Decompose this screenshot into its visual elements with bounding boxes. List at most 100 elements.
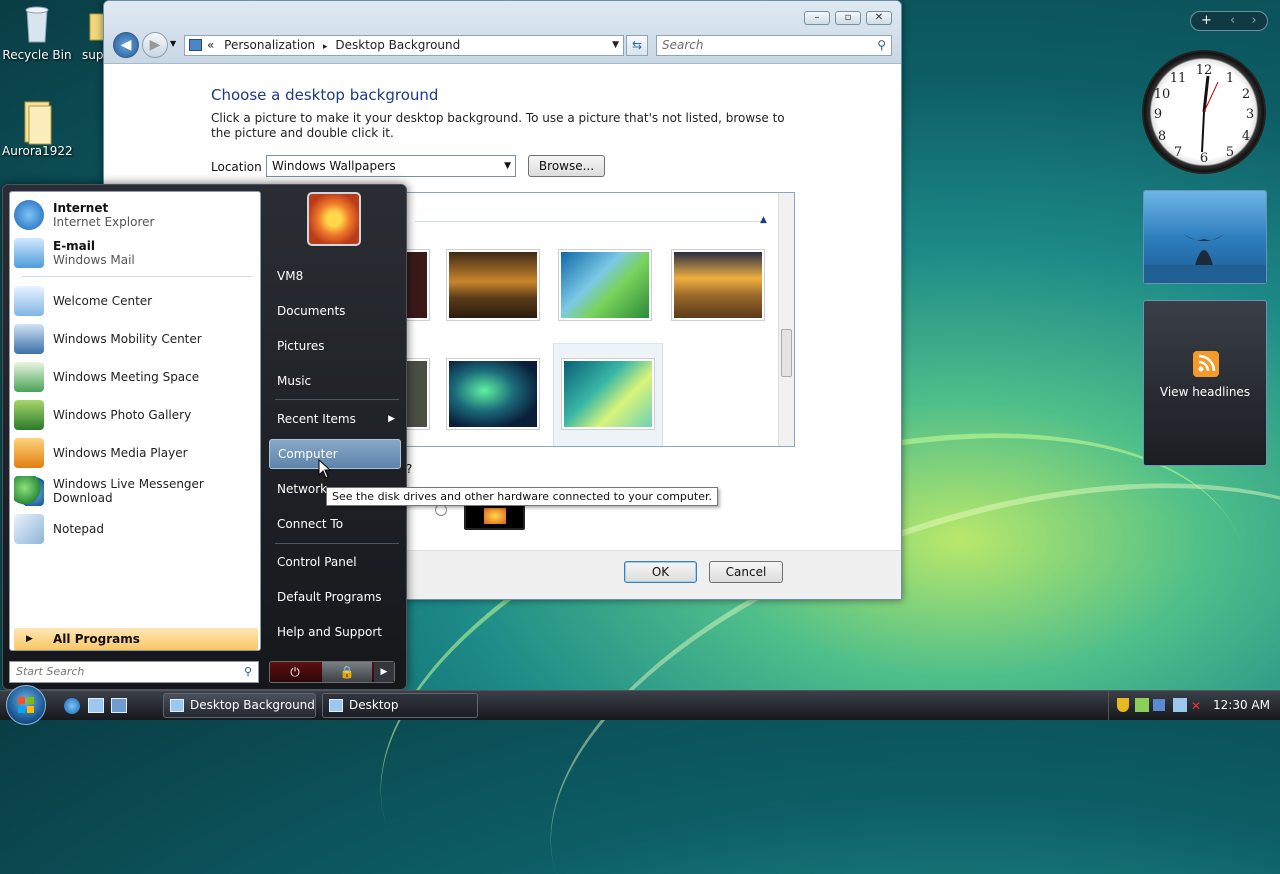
rss-icon — [1193, 351, 1219, 377]
control-panel-icon — [189, 39, 202, 51]
start-item-control-panel[interactable]: Control Panel — [269, 547, 401, 577]
desktop-icon-label: sup — [82, 48, 104, 62]
browse-button[interactable]: Browse... — [528, 155, 605, 177]
security-shield-icon[interactable] — [1117, 698, 1129, 712]
quick-launch-ie-icon[interactable] — [64, 698, 80, 714]
all-programs-button[interactable]: ▶ All Programs — [14, 628, 258, 650]
recent-pages-dropdown[interactable]: ▼ — [170, 39, 176, 48]
start-item-documents[interactable]: Documents — [269, 296, 401, 326]
collapse-group-icon[interactable]: ▲ — [760, 215, 767, 225]
program-label: Windows Mobility Center — [53, 332, 202, 346]
program-mobility-center[interactable]: Windows Mobility Center — [14, 321, 258, 357]
program-notepad[interactable]: Notepad — [14, 511, 258, 547]
pinned-subtitle: Windows Mail — [53, 253, 135, 267]
power-button[interactable]: ⏻ — [270, 662, 320, 682]
maximize-button[interactable]: ▫ — [835, 11, 861, 25]
taskbar-button-desktop-background[interactable]: Desktop Background — [163, 693, 316, 718]
update-icon[interactable] — [1135, 698, 1149, 712]
breadcrumb-separator[interactable]: ▸ — [323, 42, 328, 52]
start-item-user[interactable]: VM8 — [269, 261, 401, 291]
sidebar-controls[interactable]: + ‹ › — [1190, 11, 1268, 31]
tray-app-icon[interactable] — [1153, 699, 1165, 711]
program-label: Windows Meeting Space — [53, 370, 200, 384]
start-item-computer[interactable]: Computer — [269, 439, 401, 469]
minimize-button[interactable]: – — [804, 11, 830, 25]
pinned-email[interactable]: E-mail Windows Mail — [14, 235, 258, 271]
quick-launch-switch-windows-icon[interactable] — [111, 698, 127, 713]
taskbar-button-desktop[interactable]: Desktop — [322, 693, 478, 718]
svg-text:12: 12 — [1196, 63, 1213, 78]
wallpaper-thumb[interactable] — [405, 358, 430, 430]
forward-button[interactable]: ▶ — [142, 32, 168, 58]
wallpaper-gallery[interactable]: ▲ — [404, 192, 795, 447]
close-button[interactable]: ✕ — [866, 11, 892, 25]
folder-icon — [88, 4, 104, 44]
search-icon[interactable]: ⚲ — [877, 36, 886, 55]
meeting-space-icon — [14, 362, 44, 392]
view-headlines-link[interactable]: View headlines — [1144, 385, 1266, 399]
breadcrumb-desktop-background[interactable]: Desktop Background — [335, 38, 460, 52]
search-icon[interactable]: ⚲ — [244, 662, 252, 682]
start-search-input[interactable]: Start Search ⚲ — [9, 661, 259, 683]
breadcrumb-personalization[interactable]: Personalization — [224, 38, 315, 52]
start-item-help-support[interactable]: Help and Support — [269, 617, 401, 647]
mobility-center-icon — [14, 324, 44, 354]
address-dropdown-icon[interactable]: ▼ — [612, 36, 619, 55]
notepad-icon — [14, 514, 44, 544]
program-media-player[interactable]: Windows Media Player — [14, 435, 258, 471]
program-photo-gallery[interactable]: Windows Photo Gallery — [14, 397, 258, 433]
program-welcome-center[interactable]: Welcome Center — [14, 283, 258, 319]
feed-headlines-gadget[interactable]: View headlines — [1143, 300, 1267, 466]
search-input[interactable]: Search ⚲ — [656, 35, 892, 56]
wallpaper-thumb[interactable] — [405, 249, 430, 321]
pinned-subtitle: Internet Explorer — [53, 215, 155, 229]
clock-gadget[interactable]: 12 1 2 3 45 6 7 8 9 10 11 — [1142, 50, 1266, 174]
address-bar[interactable]: « Personalization ▸ Desktop Background ▼ — [184, 35, 624, 56]
add-gadget-icon[interactable]: + — [1201, 13, 1212, 28]
arrow-right-icon: ▶ — [380, 667, 388, 677]
notification-area: ✕ 12:30 AM — [1108, 691, 1280, 720]
ok-button[interactable]: OK — [624, 561, 697, 583]
location-select[interactable]: Windows Wallpapers ▼ — [266, 155, 516, 177]
gallery-scrollbar[interactable] — [778, 193, 794, 446]
start-item-recent-items[interactable]: Recent Items ▶ — [269, 404, 401, 434]
refresh-button[interactable]: ⇆ — [626, 35, 648, 56]
cancel-button[interactable]: Cancel — [709, 561, 783, 583]
slideshow-gadget[interactable] — [1143, 190, 1267, 284]
start-button[interactable] — [6, 685, 46, 725]
wallpaper-thumb[interactable] — [446, 358, 540, 430]
program-label: Windows Media Player — [53, 446, 188, 460]
wallpaper-thumb[interactable] — [446, 249, 540, 321]
desktop-icon-sup[interactable]: sup — [70, 4, 104, 62]
wallpaper-thumb[interactable] — [671, 249, 765, 321]
start-item-pictures[interactable]: Pictures — [269, 331, 401, 361]
scrollbar-thumb[interactable] — [781, 329, 792, 377]
clock-time[interactable]: 12:30 AM — [1213, 698, 1270, 712]
program-live-messenger[interactable]: Windows Live Messenger Download — [14, 473, 258, 509]
back-arrow-icon: ◀ — [120, 37, 132, 53]
svg-text:4: 4 — [1242, 129, 1250, 144]
start-item-connect-to[interactable]: Connect To — [269, 509, 401, 539]
wallpaper-thumb[interactable] — [558, 249, 652, 321]
network-icon[interactable] — [1173, 698, 1187, 712]
desktop-icon-aurora1922[interactable]: Aurora1922 — [2, 100, 73, 158]
volume-muted-icon[interactable]: ✕ — [1191, 692, 1201, 721]
next-icon[interactable]: › — [1251, 13, 1256, 28]
prev-icon[interactable]: ‹ — [1230, 13, 1235, 28]
pinned-internet[interactable]: Internet Internet Explorer — [14, 197, 258, 233]
wallpaper-thumb-selected[interactable] — [561, 358, 655, 430]
start-item-default-programs[interactable]: Default Programs — [269, 582, 401, 612]
shutdown-options-button[interactable]: ▶ — [374, 662, 394, 682]
location-select-value: Windows Wallpapers — [272, 159, 396, 173]
lock-button[interactable]: 🔒 — [322, 662, 372, 682]
start-item-music[interactable]: Music — [269, 366, 401, 396]
user-picture[interactable] — [307, 192, 361, 246]
quick-launch-show-desktop-icon[interactable] — [88, 698, 104, 713]
desktop-icon-recycle-bin[interactable]: Recycle Bin — [2, 4, 72, 62]
svg-text:9: 9 — [1154, 107, 1162, 122]
location-label: Location — [211, 160, 262, 174]
program-meeting-space[interactable]: Windows Meeting Space — [14, 359, 258, 395]
address-prefix[interactable]: « — [207, 38, 214, 52]
welcome-center-icon — [14, 286, 44, 316]
back-button[interactable]: ◀ — [113, 32, 139, 58]
